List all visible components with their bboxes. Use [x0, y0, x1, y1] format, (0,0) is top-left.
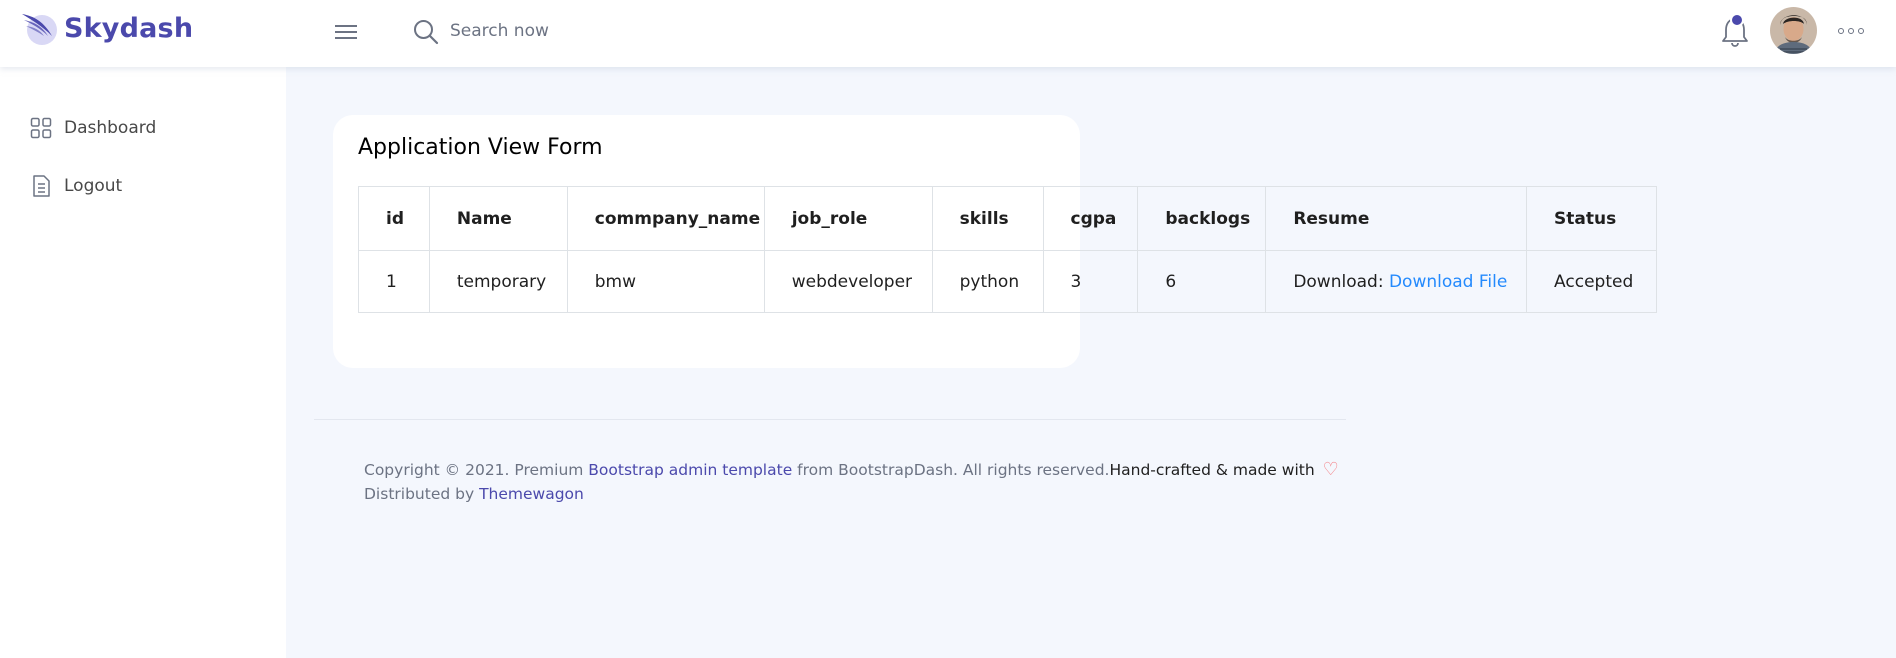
themewagon-link[interactable]: Themewagon: [479, 485, 584, 503]
cell-cgpa: 3: [1042, 250, 1139, 313]
footer: Copyright © 2021. Premium Bootstrap admi…: [364, 458, 1339, 506]
footer-copyright: Copyright © 2021. Premium Bootstrap admi…: [364, 458, 1339, 482]
search-input[interactable]: [450, 16, 750, 46]
column-header-backlogs: backlogs: [1137, 186, 1267, 251]
more-dot: [1858, 28, 1864, 34]
column-header-cgpa: cgpa: [1042, 186, 1139, 251]
sidebar: Dashboard Logout: [0, 67, 286, 658]
table-header-row: id Name commpany_name job_role skills cg…: [358, 186, 1657, 251]
sidebar-item-label: Dashboard: [64, 118, 157, 138]
footer-divider: [314, 419, 1346, 420]
bootstrap-template-link[interactable]: Bootstrap admin template: [588, 461, 792, 479]
cell-status: Accepted: [1526, 250, 1657, 313]
search-icon[interactable]: [412, 18, 440, 46]
sidebar-item-dashboard[interactable]: Dashboard: [30, 113, 156, 143]
resume-prefix: Download:: [1293, 271, 1389, 292]
sidebar-item-label: Logout: [64, 176, 123, 196]
sidebar-item-logout[interactable]: Logout: [30, 171, 122, 201]
table-row: 1 temporary bmw webdeveloper python 3 6 …: [358, 250, 1657, 313]
footer-copyright-suffix: from BootstrapDash. All rights reserved.: [792, 461, 1110, 479]
more-dot: [1848, 28, 1854, 34]
footer-distributed: Distributed by Themewagon: [364, 482, 1339, 506]
avatar-icon: [1770, 7, 1817, 54]
column-header-name: Name: [428, 186, 568, 251]
column-header-job-role: job_role: [763, 186, 933, 251]
cell-id: 1: [358, 250, 430, 313]
more-dot: [1838, 28, 1844, 34]
hamburger-icon: [335, 25, 357, 39]
column-header-skills: skills: [931, 186, 1044, 251]
cell-skills: python: [931, 250, 1044, 313]
cell-name: temporary: [428, 250, 568, 313]
more-options-button[interactable]: [1838, 22, 1864, 40]
menu-toggle-button[interactable]: [333, 20, 359, 44]
document-icon: [33, 175, 50, 197]
brand-name: Skydash: [64, 12, 194, 44]
avatar[interactable]: [1770, 7, 1817, 54]
grid-icon: [30, 117, 52, 139]
page-title: Application View Form: [358, 135, 603, 160]
top-navbar: Skydash: [0, 0, 1896, 67]
brand-logo[interactable]: Skydash: [20, 8, 193, 48]
column-header-status: Status: [1526, 186, 1657, 251]
notification-dot: [1730, 13, 1744, 27]
footer-copyright-prefix: Copyright © 2021. Premium: [364, 461, 589, 479]
column-header-company: commpany_name: [566, 186, 765, 251]
brand-logo-icon: [22, 14, 57, 45]
cell-company: bmw: [566, 250, 765, 313]
application-table: id Name commpany_name job_role skills cg…: [358, 186, 1657, 313]
download-file-link[interactable]: Download File: [1389, 272, 1507, 292]
column-header-resume: Resume: [1265, 186, 1528, 251]
footer-handcrafted: Hand-crafted & made with: [1109, 461, 1315, 479]
column-header-id: id: [358, 186, 430, 251]
cell-resume: Download: Download File: [1265, 250, 1528, 313]
footer-distributed-prefix: Distributed by: [364, 485, 480, 503]
cell-backlogs: 6: [1137, 250, 1267, 313]
heart-icon: ♡: [1322, 459, 1339, 480]
cell-job-role: webdeveloper: [763, 250, 933, 313]
